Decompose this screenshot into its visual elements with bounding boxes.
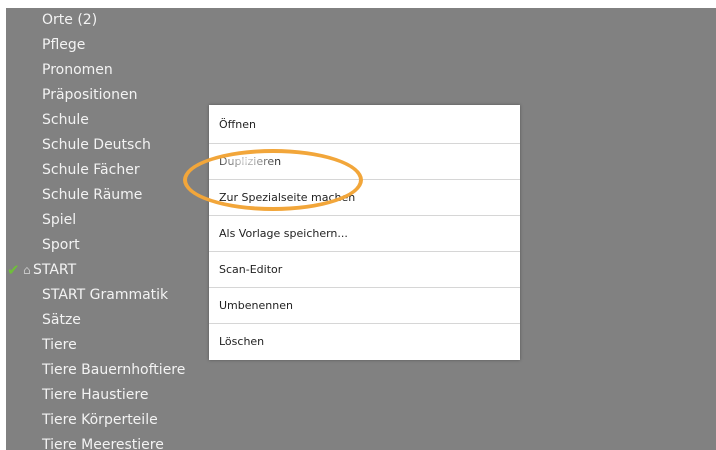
list-item-label: Pflege — [42, 37, 86, 53]
list-item-label: Pronomen — [42, 62, 113, 78]
list-item-label: Orte (2) — [42, 12, 98, 28]
check-icon: ✔ — [7, 261, 20, 279]
app-screen: Orte (2) Pflege Pronomen Präpositionen S… — [6, 8, 716, 450]
menu-item-make-special-page[interactable]: Zur Spezialseite machen — [209, 180, 520, 216]
context-menu: Öffnen Duplizieren Zur Spezialseite mach… — [209, 105, 520, 360]
list-item-label: Tiere Haustiere — [42, 387, 149, 403]
list-item[interactable]: Pronomen — [6, 58, 716, 83]
list-item-label: Schule Fächer — [42, 162, 140, 178]
list-item-label: Sätze — [42, 312, 81, 328]
menu-item-label: Löschen — [219, 335, 265, 348]
menu-item-save-as-template[interactable]: Als Vorlage speichern... — [209, 216, 520, 252]
menu-item-scan-editor[interactable]: Scan-Editor — [209, 252, 520, 288]
menu-item-label: Zur Spezialseite machen — [219, 191, 356, 204]
list-item[interactable]: Tiere Haustiere — [6, 383, 716, 408]
list-item-label: Tiere Meerestiere — [42, 437, 164, 450]
menu-item-label: Öffnen — [219, 118, 256, 131]
list-item-label: Schule Deutsch — [42, 137, 151, 153]
list-item-label: Tiere — [42, 337, 77, 353]
list-item-label: Tiere Bauernhoftiere — [42, 362, 186, 378]
menu-item-rename[interactable]: Umbenennen — [209, 288, 520, 324]
list-item[interactable]: Tiere Körperteile — [6, 408, 716, 433]
list-item-label: Schule Räume — [42, 187, 143, 203]
list-item[interactable]: Tiere Bauernhoftiere — [6, 358, 716, 383]
list-item-label: START — [33, 262, 77, 278]
list-item-label: Schule — [42, 112, 89, 128]
menu-item-label: Scan-Editor — [219, 263, 283, 276]
menu-item-duplicate[interactable]: Duplizieren — [209, 144, 520, 180]
list-item-label: Tiere Körperteile — [42, 412, 158, 428]
list-item[interactable]: Tiere Meerestiere — [6, 433, 716, 450]
home-icon: ⌂ — [23, 263, 31, 277]
list-item-label: START Grammatik — [42, 287, 169, 303]
list-item-label: Präpositionen — [42, 87, 138, 103]
list-item[interactable]: Pflege — [6, 33, 716, 58]
list-item-label: Sport — [42, 237, 80, 253]
list-item[interactable]: Orte (2) — [6, 8, 716, 33]
menu-item-label: Umbenennen — [219, 299, 293, 312]
menu-item-open[interactable]: Öffnen — [209, 107, 520, 143]
menu-item-label: Duplizieren — [219, 155, 282, 168]
menu-item-delete[interactable]: Löschen — [209, 324, 520, 360]
menu-item-label: Als Vorlage speichern... — [219, 227, 348, 240]
list-item-label: Spiel — [42, 212, 77, 228]
